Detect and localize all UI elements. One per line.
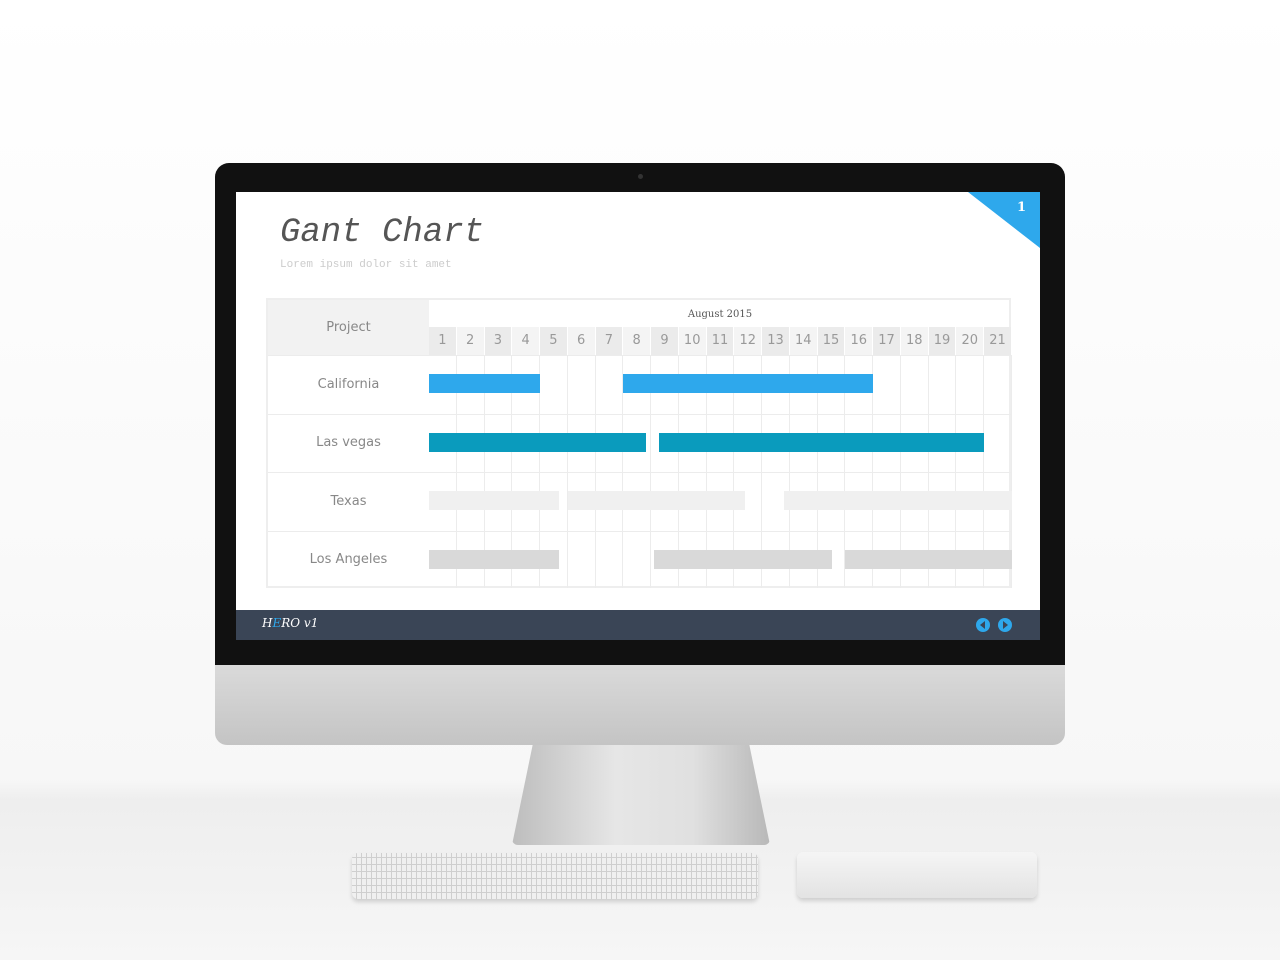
day-header: 2 xyxy=(456,327,484,355)
day-header: 17 xyxy=(873,327,900,355)
day-header: 10 xyxy=(678,327,706,355)
gantt-chart: Project August 2015 1 2 3 4 5 6 7 8 9 10 11 12 13 14 1… xyxy=(266,298,1012,588)
page-title: Gant Chart xyxy=(280,214,485,252)
task-bar xyxy=(653,549,832,569)
task-bar xyxy=(429,549,560,569)
day-header: 4 xyxy=(512,327,540,355)
task-bar xyxy=(784,491,1012,510)
day-header: 14 xyxy=(789,327,817,355)
footer-bar: HERO v1 xyxy=(236,610,1040,640)
day-header: 12 xyxy=(734,327,762,355)
month-label: August 2015 xyxy=(687,309,753,320)
task-bar xyxy=(623,374,874,393)
task-bar xyxy=(429,374,541,393)
day-header: 6 xyxy=(567,327,595,355)
monitor-stand xyxy=(512,745,770,845)
camera xyxy=(638,174,643,179)
task-bar xyxy=(567,491,746,510)
task-bar xyxy=(429,432,646,452)
task-bar xyxy=(659,432,985,452)
day-header: 9 xyxy=(651,327,678,355)
day-header: 16 xyxy=(845,327,873,355)
keyboard xyxy=(352,853,758,899)
row-label: Texas xyxy=(330,493,367,509)
brand-h: H xyxy=(262,616,273,630)
day-header: 15 xyxy=(817,327,845,355)
task-bar xyxy=(845,549,1012,569)
task-bar xyxy=(429,491,560,510)
page-corner-badge xyxy=(968,192,1040,248)
page-number: 1 xyxy=(1016,200,1026,215)
brand-rest: RO v1 xyxy=(281,616,319,630)
row-label: Las vegas xyxy=(316,435,381,450)
page-subtitle: Lorem ipsum dolor sit amet xyxy=(280,259,452,271)
day-header: 18 xyxy=(900,327,928,355)
day-header: 1 xyxy=(429,327,456,355)
brand-logo: HERO v1 xyxy=(262,616,318,630)
day-header: 8 xyxy=(623,327,651,355)
brand-e: E xyxy=(272,616,282,630)
row-label: California xyxy=(317,376,380,392)
day-header: 21 xyxy=(984,327,1011,355)
trackpad xyxy=(797,852,1037,898)
project-column-header: Project xyxy=(268,300,429,355)
day-header: 7 xyxy=(595,327,623,355)
day-header: 19 xyxy=(928,327,956,355)
monitor-chin xyxy=(215,665,1065,745)
row-label: Los Angeles xyxy=(309,552,388,567)
day-header: 3 xyxy=(484,327,512,355)
day-header: 11 xyxy=(706,327,734,355)
circle-right-arrow-icon[interactable] xyxy=(998,618,1012,632)
day-header: 5 xyxy=(540,327,567,355)
circle-left-arrow-icon[interactable] xyxy=(976,618,990,632)
day-header: 20 xyxy=(956,327,984,355)
slide-screen: 1 Gant Chart Lorem ipsum dolor sit amet … xyxy=(236,192,1040,640)
day-header: 13 xyxy=(762,327,789,355)
